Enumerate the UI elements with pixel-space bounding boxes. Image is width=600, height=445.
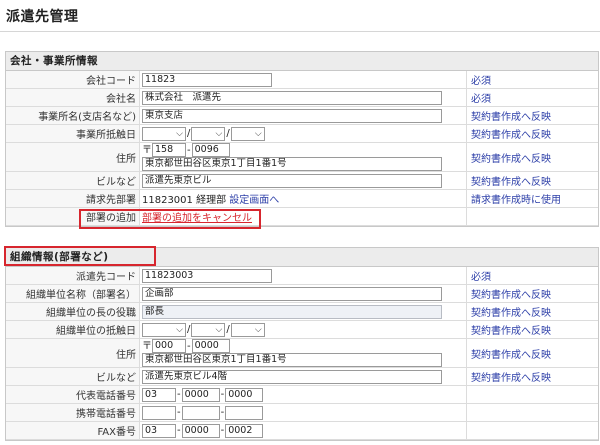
company-postal2-input[interactable]: 0096	[191, 143, 230, 157]
row-mobile: 携帯電話番号 --	[6, 403, 598, 422]
office-conflict-date-label: 事業所抵触日	[6, 124, 140, 143]
org-address-label: 住所	[6, 338, 140, 368]
row-unit-name: 組織単位名称（部署名） 企画部 契約書作成へ反映	[6, 284, 598, 303]
main-phone-part3[interactable]: 0000	[225, 387, 264, 402]
row-unit-conflict-date: 組織単位の抵触日 ⌵ / ⌵ / ⌵ 契約書作成へ反映	[6, 320, 598, 339]
fax-note	[466, 421, 598, 440]
unit-conflict-date-label: 組織単位の抵触日	[6, 320, 140, 339]
postal-mark: 〒	[142, 341, 152, 352]
mobile-note	[466, 403, 598, 422]
dest-code-input[interactable]: 11823003	[142, 268, 272, 283]
row-head-title: 組織単位の長の役職 部長 契約書作成へ反映	[6, 302, 598, 321]
row-billing-dept: 請求先部署 11823001 経理部 設定画面へ 請求書作成時に使用	[6, 189, 598, 208]
postal-mark: 〒	[142, 145, 152, 156]
company-code-input[interactable]: 11823	[142, 72, 272, 87]
add-dept-note	[466, 207, 598, 226]
unit-conflict-day-select[interactable]: ⌵	[230, 322, 265, 337]
office-conflict-year-select[interactable]: ⌵	[142, 126, 186, 141]
company-address-note: 契約書作成へ反映	[466, 142, 598, 172]
office-name-label: 事業所名(支店名など)	[6, 106, 140, 125]
company-code-label: 会社コード	[6, 71, 140, 89]
billing-dept-value: 11823001 経理部	[142, 195, 227, 206]
org-section: 組織情報(部署など) 派遣先コード 11823003 必須 組織単位名称（部署名…	[5, 247, 599, 441]
row-company-name: 会社名 株式会社 派遣先 必須	[6, 88, 598, 107]
main-phone-label: 代表電話番号	[6, 385, 140, 404]
office-name-note: 契約書作成へ反映	[466, 106, 598, 125]
head-title-label: 組織単位の長の役職	[6, 302, 140, 321]
row-fax: FAX番号 03-0000-0002	[6, 421, 598, 440]
company-name-input[interactable]: 株式会社 派遣先	[142, 90, 442, 105]
row-office-conflict-date: 事業所抵触日 ⌵ / ⌵ / ⌵ 契約書作成へ反映	[6, 124, 598, 143]
page-title: 派遣先管理	[6, 9, 79, 25]
org-postal1-input[interactable]: 000	[152, 339, 186, 353]
row-company-code: 会社コード 11823 必須	[6, 71, 598, 89]
unit-name-note: 契約書作成へ反映	[466, 284, 598, 303]
row-dest-code: 派遣先コード 11823003 必須	[6, 267, 598, 285]
company-form: 会社コード 11823 必須 会社名 株式会社 派遣先 必須 事業所名(支店名な…	[6, 71, 598, 226]
company-section: 会社・事業所情報 会社コード 11823 必須 会社名 株式会社 派遣先 必須 …	[5, 51, 599, 227]
company-section-title: 会社・事業所情報	[6, 52, 598, 71]
chevron-down-icon: ⌵	[254, 324, 262, 335]
row-company-address: 住所 〒 158-0096 東京都世田谷区東京1丁目1番1号 契約書作成へ反映	[6, 142, 598, 172]
main-phone-part1[interactable]: 03	[142, 387, 176, 402]
row-org-address: 住所 〒 000-0000 東京都世田谷区東京1丁目1番1号 契約書作成へ反映	[6, 338, 598, 368]
main-phone-part2[interactable]: 0000	[181, 387, 220, 402]
org-postal2-input[interactable]: 0000	[191, 339, 230, 353]
company-code-note: 必須	[466, 71, 598, 89]
org-address-note: 契約書作成へ反映	[466, 338, 598, 368]
main-phone-note	[466, 385, 598, 404]
mobile-label: 携帯電話番号	[6, 403, 140, 422]
chevron-down-icon: ⌵	[176, 324, 183, 335]
chevron-down-icon: ⌵	[254, 128, 262, 139]
row-org-building: ビルなど 派遣先東京ビル4階 契約書作成へ反映	[6, 367, 598, 386]
unit-conflict-year-select[interactable]: ⌵	[142, 322, 186, 337]
org-building-label: ビルなど	[6, 367, 140, 386]
billing-dept-note: 請求書作成時に使用	[466, 189, 598, 208]
add-dept-highlight	[79, 209, 261, 229]
company-building-input[interactable]: 派遣先東京ビル	[142, 173, 442, 188]
company-address-input[interactable]: 東京都世田谷区東京1丁目1番1号	[142, 157, 442, 171]
org-form: 派遣先コード 11823003 必須 組織単位名称（部署名） 企画部 契約書作成…	[6, 267, 598, 440]
office-name-input[interactable]: 東京支店	[142, 108, 442, 123]
head-title-note: 契約書作成へ反映	[466, 302, 598, 321]
org-building-input[interactable]: 派遣先東京ビル4階	[142, 369, 442, 384]
chevron-down-icon: ⌵	[215, 128, 223, 139]
company-postal1-input[interactable]: 158	[152, 143, 186, 157]
org-building-note: 契約書作成へ反映	[466, 367, 598, 386]
unit-conflict-date-note: 契約書作成へ反映	[466, 320, 598, 339]
chevron-down-icon: ⌵	[176, 128, 183, 139]
company-name-note: 必須	[466, 88, 598, 107]
title-divider	[0, 31, 600, 32]
unit-name-input[interactable]: 企画部	[142, 286, 442, 301]
row-main-phone: 代表電話番号 03-0000-0000	[6, 385, 598, 404]
fax-part1[interactable]: 03	[142, 423, 176, 438]
company-building-label: ビルなど	[6, 171, 140, 190]
company-address-label: 住所	[6, 142, 140, 172]
fax-label: FAX番号	[6, 421, 140, 440]
office-conflict-month-select[interactable]: ⌵	[191, 126, 226, 141]
row-company-building: ビルなど 派遣先東京ビル 契約書作成へ反映	[6, 171, 598, 190]
office-conflict-date-note: 契約書作成へ反映	[466, 124, 598, 143]
org-title-highlight	[4, 246, 156, 266]
org-address-input[interactable]: 東京都世田谷区東京1丁目1番1号	[142, 353, 442, 367]
company-building-note: 契約書作成へ反映	[466, 171, 598, 190]
billing-dept-label: 請求先部署	[6, 189, 140, 208]
mobile-part3[interactable]	[225, 405, 264, 420]
unit-name-label: 組織単位名称（部署名）	[6, 284, 140, 303]
head-title-input[interactable]: 部長	[142, 304, 442, 319]
unit-conflict-month-select[interactable]: ⌵	[191, 322, 226, 337]
company-name-label: 会社名	[6, 88, 140, 107]
dest-code-note: 必須	[466, 267, 598, 285]
fax-part2[interactable]: 0000	[181, 423, 220, 438]
dest-code-label: 派遣先コード	[6, 267, 140, 285]
fax-part3[interactable]: 0002	[225, 423, 264, 438]
office-conflict-day-select[interactable]: ⌵	[230, 126, 265, 141]
mobile-part2[interactable]	[181, 405, 220, 420]
chevron-down-icon: ⌵	[215, 324, 223, 335]
billing-settings-link[interactable]: 設定画面へ	[229, 195, 279, 206]
mobile-part1[interactable]	[142, 405, 176, 420]
row-office-name: 事業所名(支店名など) 東京支店 契約書作成へ反映	[6, 106, 598, 125]
